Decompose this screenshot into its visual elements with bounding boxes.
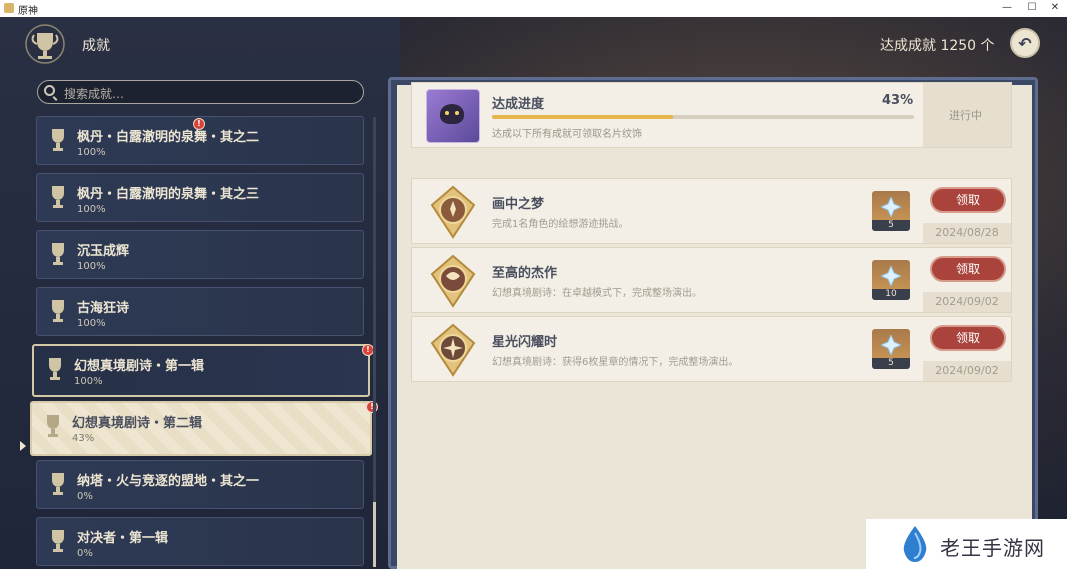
category-name: 枫丹・白露澈明的泉舞・其之二: [77, 130, 260, 145]
primogem-icon: [881, 335, 901, 355]
watermark: 老王手游网: [866, 519, 1067, 569]
reward-quantity: 10: [872, 289, 910, 300]
trophy-icon: [52, 473, 64, 495]
achievement-row: 星光闪耀时 幻想真境剧诗：获得6枚星章的情况下，完成整场演出。 5 领取 202…: [411, 316, 1012, 382]
alert-badge-icon: !: [193, 118, 205, 130]
claim-button[interactable]: 领取: [930, 187, 1006, 213]
category-name: 古海狂诗: [77, 301, 130, 316]
category-name: 幻想真境剧诗・第二辑: [72, 416, 203, 431]
search-placeholder: 搜索成就…: [64, 87, 125, 101]
progress-status: 进行中: [923, 83, 1011, 147]
category-percent: 0%: [77, 491, 93, 502]
achievement-date: 2024/08/28: [923, 223, 1011, 243]
category-percent: 0%: [77, 548, 93, 559]
app-icon: [4, 3, 14, 13]
category-percent: 100%: [77, 261, 106, 272]
progress-bar-fill: [492, 115, 674, 119]
category-item[interactable]: 枫丹・白露澈明的泉舞・其之二 100% !: [36, 116, 364, 165]
claim-button[interactable]: 领取: [930, 325, 1006, 351]
achievement-total: 达成成就 1250 个: [880, 38, 995, 54]
achievement-description: 完成1名角色的绘想游迹挑战。: [492, 219, 629, 230]
category-percent: 100%: [77, 147, 106, 158]
category-percent: 100%: [77, 204, 106, 215]
category-scrollbar[interactable]: [373, 117, 376, 567]
category-item[interactable]: 幻想真境剧诗・第一辑 100% !: [32, 344, 374, 397]
progress-bar: [492, 115, 914, 119]
category-name: 沉玉成辉: [77, 244, 130, 259]
category-percent: 43%: [72, 433, 95, 444]
namecard-reward-icon: [426, 89, 480, 143]
achievement-name: 画中之梦: [492, 197, 545, 212]
back-arrow-icon: ↶: [1018, 33, 1032, 53]
achievement-medal-icon: [430, 323, 476, 377]
category-item[interactable]: 沉玉成辉 100%: [36, 230, 364, 279]
maximize-button[interactable]: ☐: [1023, 1, 1041, 15]
category-item[interactable]: 枫丹・白露澈明的泉舞・其之三 100%: [36, 173, 364, 222]
category-percent: 100%: [74, 376, 103, 387]
achievement-description: 幻想真境剧诗：获得6枚星章的情况下，完成整场演出。: [492, 357, 739, 368]
reward-quantity: 5: [872, 358, 910, 369]
category-name: 枫丹・白露澈明的泉舞・其之三: [77, 187, 260, 202]
category-item[interactable]: 纳塔・火与竞逐的盟地・其之一 0%: [36, 460, 364, 509]
primogem-reward: 5: [872, 329, 910, 369]
primogem-reward: 5: [872, 191, 910, 231]
category-list[interactable]: 枫丹・白露澈明的泉舞・其之二 100% ! 枫丹・白露澈明的泉舞・其之三 100…: [0, 115, 380, 569]
category-item[interactable]: 古海狂诗 100%: [36, 287, 364, 336]
search-input[interactable]: 搜索成就…: [37, 80, 364, 104]
trophy-icon: [52, 530, 64, 552]
progress-status-label: 进行中: [949, 109, 982, 122]
water-drop-logo-icon: [903, 526, 927, 562]
achievement-name: 至高的杰作: [492, 266, 558, 281]
back-button[interactable]: ↶: [1010, 28, 1040, 58]
achievement-row: 至高的杰作 幻想真境剧诗：在卓越模式下，完成整场演出。 10 领取 2024/0…: [411, 247, 1012, 313]
achievements-screen: 成就 达成成就 1250 个 ↶ 搜索成就… 枫丹・白露澈明的泉舞・其之二 10…: [0, 17, 1067, 569]
achievement-row: 画中之梦 完成1名角色的绘想游迹挑战。 5 领取 2024/08/28: [411, 178, 1012, 244]
trophy-icon: [52, 243, 64, 265]
close-button[interactable]: ✕: [1046, 1, 1064, 15]
trophy-icon: [49, 358, 61, 380]
category-name: 幻想真境剧诗・第一辑: [74, 359, 205, 374]
achievement-medal-icon: [430, 185, 476, 239]
progress-summary: 达成进度 43% 达成以下所有成就可领取名片纹饰 进行中: [411, 82, 1012, 148]
progress-description: 达成以下所有成就可领取名片纹饰: [492, 129, 642, 140]
progress-title: 达成进度: [492, 97, 545, 112]
scrollbar-thumb[interactable]: [373, 502, 376, 567]
category-percent: 100%: [77, 318, 106, 329]
selected-caret-icon: [20, 441, 26, 451]
primogem-reward: 10: [872, 260, 910, 300]
trophy-icon: [52, 300, 64, 322]
achievement-date: 2024/09/02: [923, 361, 1011, 381]
achievement-name: 星光闪耀时: [492, 335, 558, 350]
trophy-icon: [52, 186, 64, 208]
progress-percent: 43%: [882, 93, 914, 108]
category-item-selected[interactable]: 幻想真境剧诗・第二辑 43% !: [30, 401, 378, 456]
search-icon: [44, 85, 55, 96]
claim-button[interactable]: 领取: [930, 256, 1006, 282]
category-name: 对决者・第一辑: [77, 531, 169, 546]
minimize-button[interactable]: —: [998, 1, 1016, 15]
trophy-icon: [47, 415, 59, 437]
window-title: 原神: [18, 6, 38, 17]
reward-quantity: 5: [872, 220, 910, 231]
window-titlebar: 原神 — ☐ ✕: [0, 0, 1067, 18]
category-item[interactable]: 对决者・第一辑 0%: [36, 517, 364, 566]
alert-badge-icon: !: [366, 401, 378, 413]
trophy-icon: [52, 129, 64, 151]
watermark-text: 老王手游网: [940, 536, 1045, 560]
achievement-medal-icon: [430, 254, 476, 308]
primogem-icon: [881, 197, 901, 217]
page-title: 成就: [82, 38, 110, 54]
trophy-emblem-icon: [25, 24, 65, 64]
primogem-icon: [881, 266, 901, 286]
category-name: 纳塔・火与竞逐的盟地・其之一: [77, 474, 260, 489]
achievement-date: 2024/09/02: [923, 292, 1011, 312]
achievement-description: 幻想真境剧诗：在卓越模式下，完成整场演出。: [492, 288, 702, 299]
